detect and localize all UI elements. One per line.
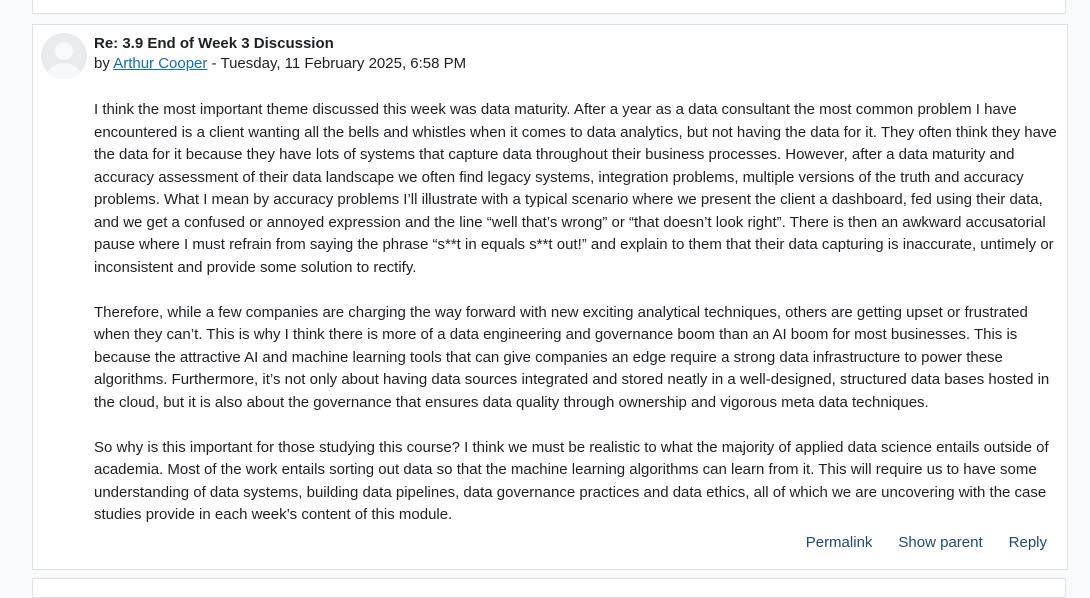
byline-separator: -	[207, 55, 221, 72]
author-link[interactable]: Arthur Cooper	[113, 55, 207, 72]
post-content: I think the most important theme discuss…	[94, 99, 1062, 527]
permalink-link[interactable]: Permalink	[806, 533, 873, 553]
previous-post-bottom	[32, 0, 1066, 14]
post-date: Tuesday, 11 February 2025, 6:58 PM	[220, 55, 467, 72]
post-byline: by Arthur Cooper - Tuesday, 11 February …	[94, 54, 1059, 74]
post-paragraph: Therefore, while a few companies are cha…	[94, 303, 1050, 411]
next-post-top	[32, 578, 1066, 598]
show-parent-link[interactable]: Show parent	[898, 533, 982, 553]
forum-post: Re: 3.9 End of Week 3 Discussion by Arth…	[32, 24, 1068, 570]
post-actions: Permalink Show parent Reply	[806, 533, 1047, 553]
post-paragraph: I think the most important theme discuss…	[94, 101, 1057, 276]
byline-prefix: by	[94, 55, 110, 72]
post-header: Re: 3.9 End of Week 3 Discussion by Arth…	[94, 34, 1059, 74]
post-subject: Re: 3.9 End of Week 3 Discussion	[94, 35, 334, 52]
default-user-avatar-icon[interactable]	[41, 33, 87, 79]
post-paragraph: So why is this important for those study…	[94, 438, 1049, 524]
reply-link[interactable]: Reply	[1009, 533, 1047, 553]
